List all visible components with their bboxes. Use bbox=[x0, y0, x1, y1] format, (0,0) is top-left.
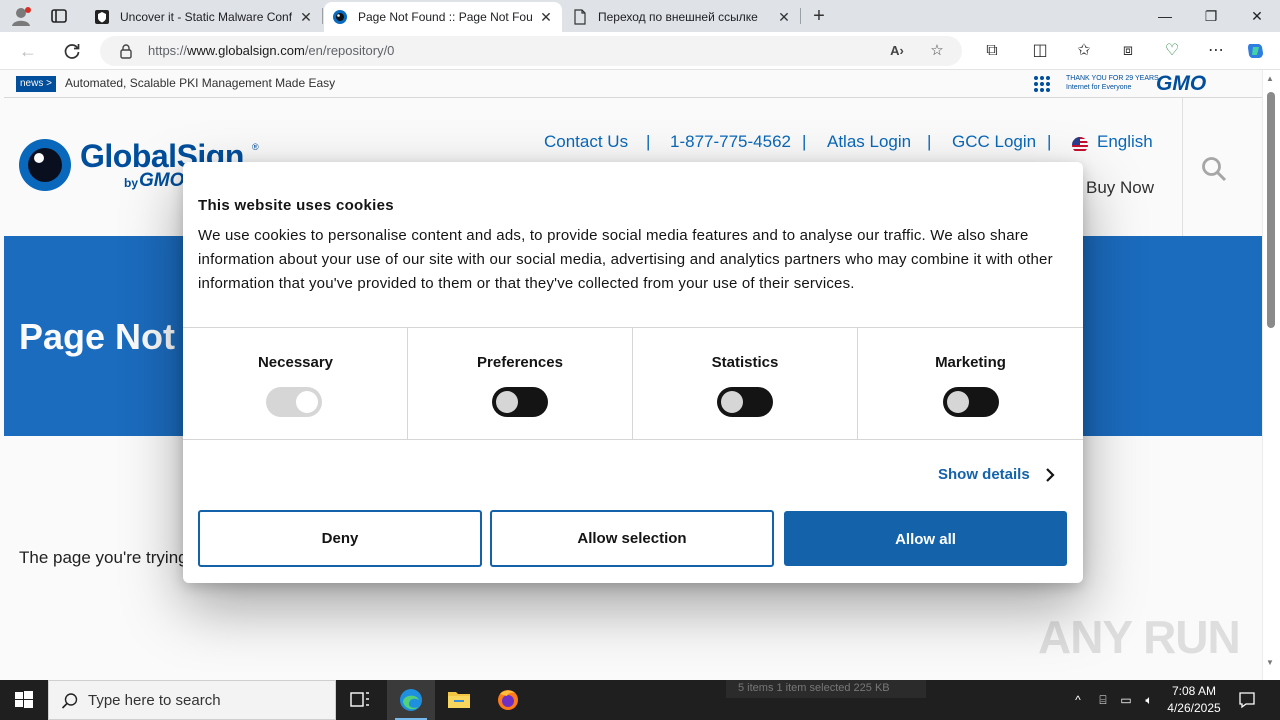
copilot-icon[interactable] bbox=[1246, 41, 1266, 61]
allow-selection-button[interactable]: Allow selection bbox=[490, 510, 774, 567]
minimize-button[interactable]: — bbox=[1142, 0, 1188, 32]
toggle-marketing[interactable] bbox=[943, 387, 999, 417]
new-tab-icon[interactable]: + bbox=[808, 5, 830, 27]
close-window-button[interactable]: ✕ bbox=[1234, 0, 1280, 32]
scroll-down-icon[interactable]: ▼ bbox=[1266, 658, 1274, 667]
url-path: /en/repository/0 bbox=[304, 43, 395, 58]
clock-time: 7:08 AM bbox=[1171, 684, 1217, 698]
tray-chevron-up-icon[interactable]: ^ bbox=[1070, 692, 1086, 708]
browser-toolbar: ← https://www.globalsign.com/en/reposito… bbox=[0, 32, 1280, 70]
watermark: ANY RUN bbox=[1038, 611, 1241, 663]
toggle-knob bbox=[496, 391, 518, 413]
windows-taskbar: Type here to search 5 items 1 item selec… bbox=[0, 680, 1280, 720]
category-preferences: Preferences bbox=[407, 328, 632, 440]
tab-separator bbox=[800, 8, 801, 24]
browser-tab-strip: Uncover it - Static Malware Confi ✕ Page… bbox=[0, 0, 1280, 32]
maximize-button[interactable]: ❐ bbox=[1188, 0, 1234, 32]
globalsign-favicon-icon bbox=[333, 10, 347, 24]
tab-title: Uncover it - Static Malware Confi bbox=[120, 10, 292, 24]
refresh-icon[interactable] bbox=[62, 41, 82, 61]
tab-close-icon[interactable]: ✕ bbox=[298, 9, 314, 25]
scroll-up-icon[interactable]: ▲ bbox=[1266, 74, 1274, 83]
taskbar-search-placeholder: Type here to search bbox=[88, 692, 221, 709]
show-details-label: Show details bbox=[938, 466, 1030, 483]
url-scheme: https:// bbox=[148, 43, 188, 58]
taskbar-clock[interactable]: 7:08 AM 4/26/2025 bbox=[1160, 683, 1228, 717]
category-statistics: Statistics bbox=[632, 328, 857, 440]
search-icon bbox=[61, 693, 78, 709]
extensions-icon[interactable]: ⧉ bbox=[982, 41, 1002, 61]
explorer-status-ghost: 5 items 1 item selected 225 KB bbox=[726, 680, 926, 698]
firefox-icon[interactable] bbox=[484, 680, 532, 720]
lock-icon[interactable] bbox=[118, 43, 134, 59]
page-scrollbar[interactable]: ▲ ▼ bbox=[1262, 70, 1280, 680]
tab-malware-config[interactable]: Uncover it - Static Malware Confi ✕ bbox=[86, 2, 322, 32]
chevron-right-icon bbox=[1046, 468, 1055, 482]
more-menu-icon[interactable]: ⋯ bbox=[1206, 41, 1226, 61]
tab-close-icon[interactable]: ✕ bbox=[776, 9, 792, 25]
category-label: Necessary bbox=[257, 354, 334, 371]
toggle-knob bbox=[721, 391, 743, 413]
notifications-icon[interactable] bbox=[1238, 691, 1256, 709]
read-aloud-icon[interactable]: A› bbox=[888, 42, 906, 60]
show-details-link[interactable]: Show details bbox=[938, 466, 1055, 483]
category-label: Preferences bbox=[477, 354, 563, 371]
edge-icon bbox=[400, 689, 422, 711]
network-icon[interactable]: ▭ bbox=[1118, 692, 1134, 708]
tab-title: Переход по внешней ссылке bbox=[598, 10, 758, 24]
category-label: Marketing bbox=[935, 354, 1006, 371]
file-explorer-icon[interactable] bbox=[435, 680, 483, 720]
category-marketing: Marketing bbox=[857, 328, 1083, 440]
tray-device-icon[interactable]: ⌸ bbox=[1095, 692, 1111, 708]
collections-icon[interactable]: ⧈ bbox=[1118, 41, 1138, 61]
cookie-consent-dialog: This website uses cookies We use cookies… bbox=[183, 162, 1083, 583]
allow-all-button[interactable]: Allow all bbox=[784, 511, 1067, 566]
address-bar[interactable]: https://www.globalsign.com/en/repository… bbox=[100, 36, 962, 66]
deny-button[interactable]: Deny bbox=[198, 510, 482, 567]
tab-title: Page Not Found :: Page Not Foun bbox=[358, 10, 532, 24]
category-necessary: Necessary bbox=[183, 328, 408, 440]
taskbar-edge[interactable] bbox=[387, 680, 435, 720]
toggle-preferences[interactable] bbox=[492, 387, 548, 417]
tab-external-link[interactable]: Переход по внешней ссылке ✕ bbox=[564, 2, 800, 32]
windows-start-icon[interactable] bbox=[0, 680, 48, 720]
task-view-icon[interactable] bbox=[336, 680, 384, 720]
browser-essentials-icon[interactable]: ♡ bbox=[1162, 41, 1182, 61]
category-label: Statistics bbox=[711, 354, 779, 371]
toggle-knob bbox=[296, 391, 318, 413]
favorites-icon[interactable]: ✩ bbox=[1074, 41, 1094, 61]
cookie-categories: Necessary Preferences Statistics Marketi… bbox=[183, 327, 1083, 440]
tab-close-icon[interactable]: ✕ bbox=[538, 9, 554, 25]
toggle-necessary bbox=[266, 387, 322, 417]
taskbar-search-box[interactable]: Type here to search bbox=[48, 680, 336, 720]
shield-favicon-icon bbox=[95, 10, 109, 24]
cookie-dialog-text: We use cookies to personalise content an… bbox=[198, 227, 1053, 292]
url-host: www.globalsign.com bbox=[187, 43, 305, 58]
toggle-knob bbox=[947, 391, 969, 413]
split-screen-icon[interactable]: ◫ bbox=[1030, 41, 1050, 61]
tab-page-not-found[interactable]: Page Not Found :: Page Not Foun ✕ bbox=[324, 2, 562, 32]
profile-icon[interactable] bbox=[10, 6, 32, 26]
cookie-dialog-title: This website uses cookies bbox=[198, 197, 394, 214]
volume-icon[interactable]: 🔈︎ bbox=[1141, 692, 1157, 708]
tab-actions-icon[interactable] bbox=[50, 7, 68, 25]
tab-separator bbox=[322, 8, 323, 24]
favorite-star-icon[interactable]: ☆ bbox=[928, 42, 946, 60]
back-icon[interactable]: ← bbox=[18, 41, 38, 61]
clock-date: 4/26/2025 bbox=[1167, 701, 1221, 715]
url-text[interactable]: https://www.globalsign.com/en/repository… bbox=[148, 43, 394, 58]
page-favicon-icon bbox=[574, 9, 586, 25]
scrollbar-thumb[interactable] bbox=[1267, 92, 1275, 328]
toggle-statistics[interactable] bbox=[717, 387, 773, 417]
